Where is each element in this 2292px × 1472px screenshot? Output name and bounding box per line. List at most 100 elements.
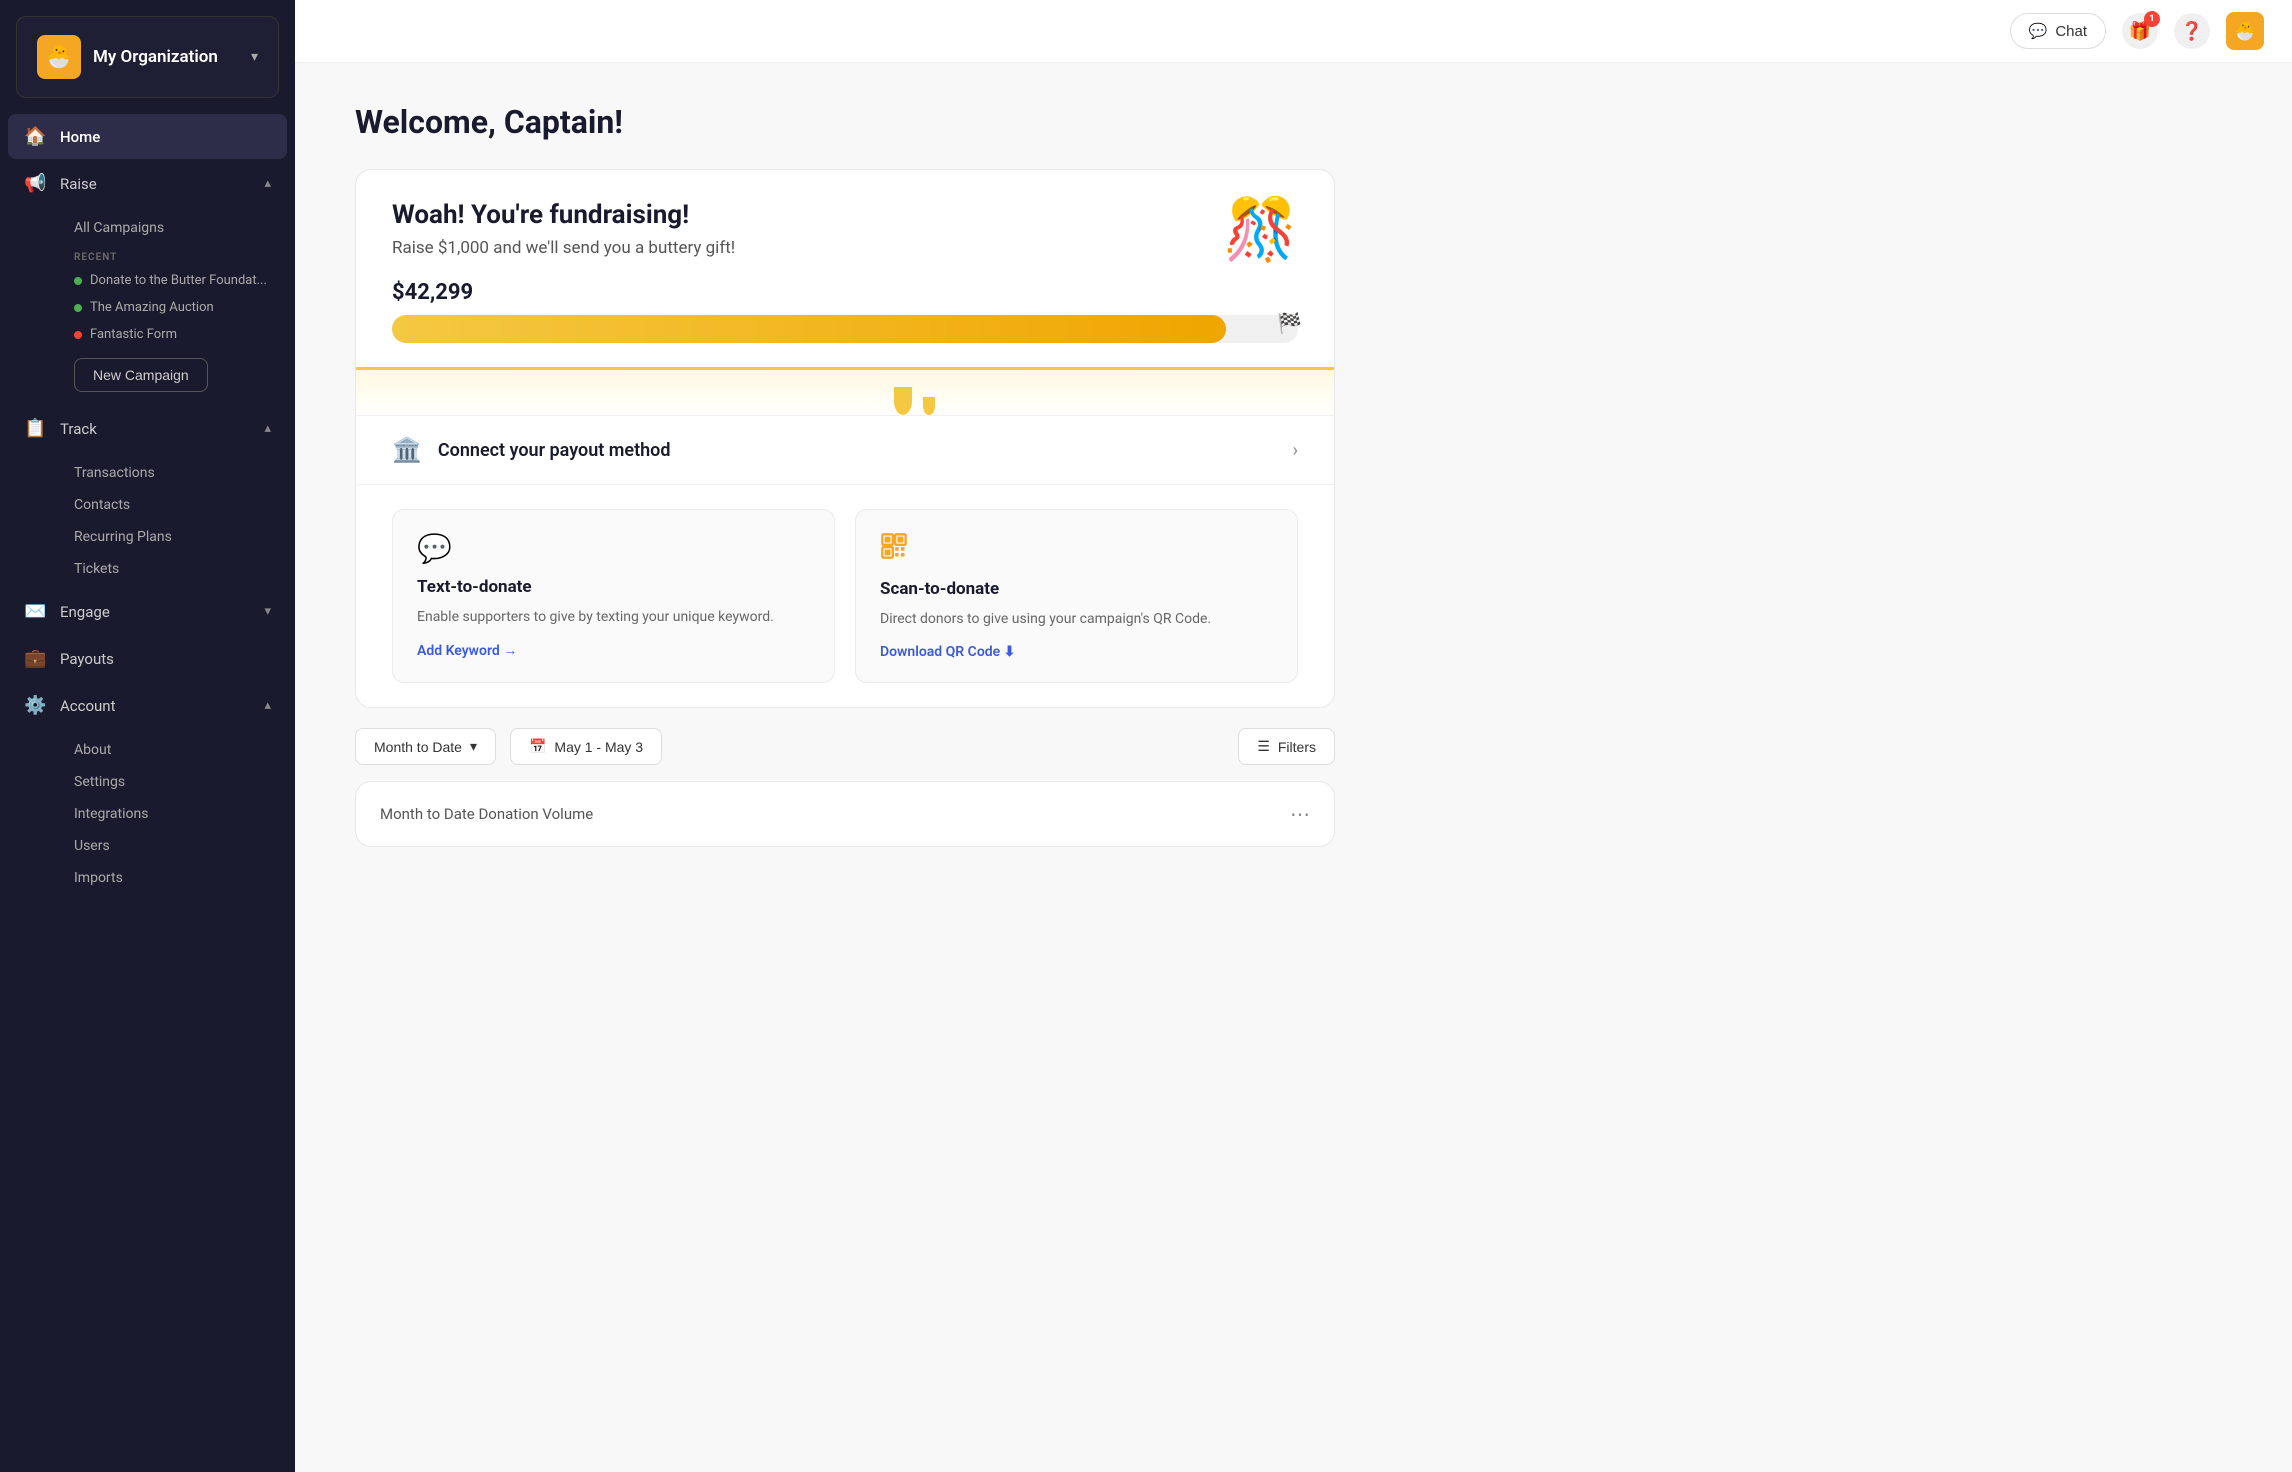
more-options-button[interactable]: ⋯ [1290, 802, 1310, 826]
feature-cards: 💬 Text-to-donate Enable supporters to gi… [356, 484, 1334, 707]
imports-link[interactable]: Imports [62, 862, 287, 894]
scan-to-donate-title: Scan-to-donate [880, 579, 1273, 599]
flag-icon: 🏁 [1277, 311, 1302, 335]
drip-1 [894, 387, 912, 415]
users-link[interactable]: Users [62, 830, 287, 862]
payouts-icon: 💼 [24, 648, 46, 669]
progress-bar-fill [392, 315, 1226, 343]
help-icon: ❓ [2181, 21, 2203, 42]
org-logo: 🐣 [37, 35, 81, 79]
track-chevron-up-icon: ▴ [264, 421, 271, 436]
topbar: 💬 Chat 🎁 1 ❓ 🐣 [295, 0, 2292, 63]
payout-section[interactable]: 🏛️ Connect your payout method › [356, 415, 1334, 484]
filter-bar: Month to Date ▾ 📅 May 1 - May 3 ☰ Filter… [355, 728, 1335, 765]
period-chevron-down-icon: ▾ [470, 738, 477, 755]
raise-chevron-up-icon: ▴ [264, 176, 271, 191]
engage-chevron-down-icon: ▾ [264, 604, 271, 619]
settings-link[interactable]: Settings [62, 766, 287, 798]
download-qr-link[interactable]: Download QR Code ⬇ [880, 644, 1273, 660]
sidebar-item-home[interactable]: 🏠 Home [8, 114, 287, 159]
account-chevron-up-icon: ▴ [264, 698, 271, 713]
main-content: 💬 Chat 🎁 1 ❓ 🐣 Welcome, Captain! Woah! Y… [295, 0, 2292, 1472]
filters-label: Filters [1278, 739, 1316, 755]
contacts-link[interactable]: Contacts [62, 489, 287, 521]
period-filter-button[interactable]: Month to Date ▾ [355, 728, 496, 765]
org-selector[interactable]: 🐣 My Organization ▾ [16, 16, 279, 98]
dot-green-icon [74, 304, 82, 312]
org-chevron-down-icon: ▾ [251, 49, 258, 65]
progress-amount: $42,299 [392, 280, 1298, 305]
new-campaign-button[interactable]: New Campaign [74, 358, 208, 392]
filter-icon: ☰ [1257, 738, 1270, 755]
transactions-link[interactable]: Transactions [62, 457, 287, 489]
recent-campaign-butter[interactable]: Donate to the Butter Foundat... [62, 267, 287, 294]
progress-section: $42,299 🏁 [356, 280, 1334, 367]
bottom-stats-card: Month to Date Donation Volume ⋯ [355, 781, 1335, 847]
welcome-heading: Welcome, Captain! [355, 103, 1335, 141]
filters-button[interactable]: ☰ Filters [1238, 728, 1335, 765]
calendar-icon: 📅 [529, 738, 546, 755]
recent-campaign-auction[interactable]: The Amazing Auction [62, 294, 287, 321]
chat-label: Chat [2055, 23, 2087, 40]
fundraising-text: Woah! You're fundraising! Raise $1,000 a… [392, 200, 735, 258]
progress-bar-container: 🏁 [392, 315, 1298, 343]
chat-bubble-icon: 💬 [2029, 22, 2048, 40]
chat-bubble-yellow-icon: 💬 [417, 532, 810, 565]
sidebar-item-account[interactable]: ⚙️ Account ▴ [8, 683, 287, 728]
gift-button[interactable]: 🎁 1 [2122, 13, 2158, 49]
gift-badge: 1 [2144, 11, 2160, 27]
qr-code-icon [880, 532, 1273, 567]
sidebar-item-engage-label: Engage [60, 603, 250, 621]
sidebar-item-home-label: Home [60, 128, 271, 146]
recent-label: RECENT [62, 244, 287, 267]
sidebar-item-payouts-label: Payouts [60, 650, 271, 668]
account-subnav: About Settings Integrations Users Import… [8, 730, 287, 898]
raise-icon: 📢 [24, 173, 46, 194]
recent-campaign-form[interactable]: Fantastic Form [62, 321, 287, 348]
avatar-emoji: 🐣 [2234, 21, 2256, 42]
recurring-plans-link[interactable]: Recurring Plans [62, 521, 287, 553]
payout-chevron-right-icon: › [1293, 440, 1298, 461]
text-to-donate-title: Text-to-donate [417, 577, 810, 597]
sidebar-item-raise[interactable]: 📢 Raise ▴ [8, 161, 287, 206]
period-filter-label: Month to Date [374, 739, 462, 755]
chat-button[interactable]: 💬 Chat [2010, 13, 2106, 49]
date-range-button[interactable]: 📅 May 1 - May 3 [510, 728, 662, 765]
all-campaigns-link[interactable]: All Campaigns [62, 212, 287, 244]
engage-icon: ✉️ [24, 601, 46, 622]
bottom-card-title: Month to Date Donation Volume [380, 805, 593, 823]
fundraising-card: Woah! You're fundraising! Raise $1,000 a… [355, 169, 1335, 708]
sidebar-item-raise-label: Raise [60, 175, 250, 193]
home-icon: 🏠 [24, 126, 46, 147]
sidebar-item-account-label: Account [60, 697, 250, 715]
track-icon: 📋 [24, 418, 46, 439]
page-content: Welcome, Captain! Woah! You're fundraisi… [295, 63, 1395, 887]
sidebar-item-track-label: Track [60, 420, 250, 438]
sidebar-item-track[interactable]: 📋 Track ▴ [8, 406, 287, 451]
bank-icon: 🏛️ [392, 436, 422, 464]
scan-to-donate-desc: Direct donors to give using your campaig… [880, 609, 1273, 630]
track-subnav: Transactions Contacts Recurring Plans Ti… [8, 453, 287, 589]
tickets-link[interactable]: Tickets [62, 553, 287, 585]
fundraising-subtitle: Raise $1,000 and we'll send you a butter… [392, 238, 735, 258]
drip-section [356, 367, 1334, 415]
text-to-donate-desc: Enable supporters to give by texting you… [417, 607, 810, 628]
date-range-label: May 1 - May 3 [554, 739, 643, 755]
fundraising-header: Woah! You're fundraising! Raise $1,000 a… [356, 170, 1334, 280]
avatar-button[interactable]: 🐣 [2226, 12, 2264, 50]
text-to-donate-card: 💬 Text-to-donate Enable supporters to gi… [392, 509, 835, 683]
org-name: My Organization [93, 47, 239, 67]
dot-green-icon [74, 277, 82, 285]
integrations-link[interactable]: Integrations [62, 798, 287, 830]
sidebar-item-payouts[interactable]: 💼 Payouts [8, 636, 287, 681]
nav-section: 🏠 Home 📢 Raise ▴ All Campaigns RECENT Do… [0, 114, 295, 898]
scan-to-donate-card: Scan-to-donate Direct donors to give usi… [855, 509, 1298, 683]
add-keyword-link[interactable]: Add Keyword → [417, 642, 810, 659]
fundraising-title: Woah! You're fundraising! [392, 200, 735, 230]
sidebar: 🐣 My Organization ▾ 🏠 Home 📢 Raise ▴ All… [0, 0, 295, 1472]
party-icon: 🎊 [1223, 200, 1298, 260]
payout-title: Connect your payout method [438, 440, 671, 461]
sidebar-item-engage[interactable]: ✉️ Engage ▾ [8, 589, 287, 634]
help-button[interactable]: ❓ [2174, 13, 2210, 49]
about-link[interactable]: About [62, 734, 287, 766]
